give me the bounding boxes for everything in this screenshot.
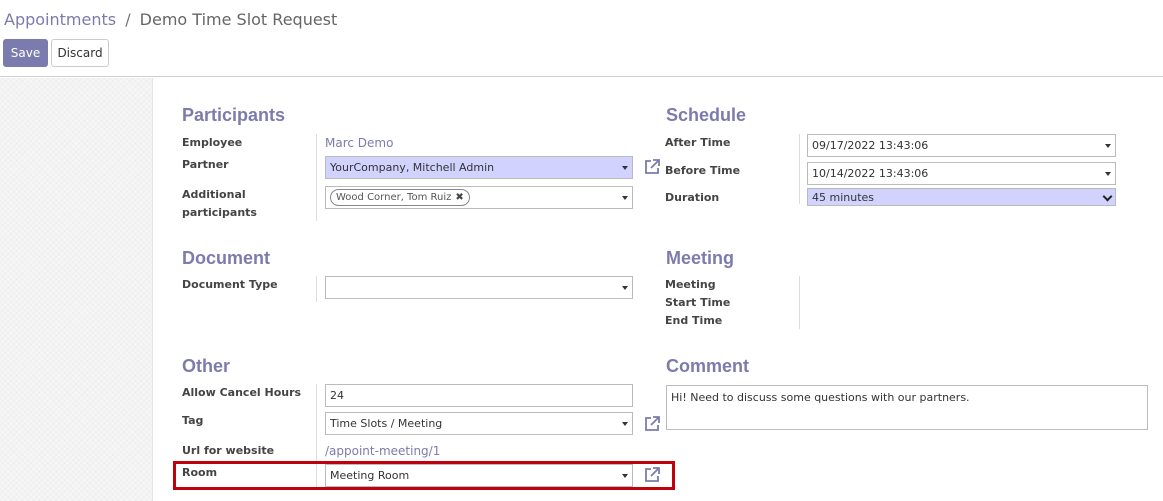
after-time-field[interactable]: 09/17/2022 13:43:06: [807, 134, 1116, 157]
before-time-label: Before Time: [665, 164, 741, 177]
tag-field[interactable]: Time Slots / Meeting: [325, 412, 633, 435]
employee-value: Marc Demo: [325, 136, 394, 150]
chevron-down-icon[interactable]: [1102, 191, 1113, 202]
partner-label: Partner: [182, 158, 229, 171]
caret-down-icon[interactable]: [622, 165, 628, 170]
schedule-divider: [799, 134, 800, 204]
external-link-icon[interactable]: [643, 415, 661, 433]
tag-label: Tag: [182, 414, 204, 427]
allow-cancel-hours-label: Allow Cancel Hours: [182, 386, 302, 399]
additional-participants-label: Additional participants: [182, 186, 257, 222]
allow-cancel-hours-value: 24: [330, 389, 344, 402]
additional-label-line2: participants: [182, 206, 257, 219]
caret-down-icon[interactable]: [622, 285, 628, 290]
tag-value: Time Slots / Meeting: [330, 417, 443, 430]
form-sheet: Participants Employee Marc Demo Partner …: [152, 78, 1163, 501]
document-type-label: Document Type: [182, 278, 278, 291]
document-divider: [316, 276, 317, 302]
room-annotation-box: [173, 461, 675, 490]
before-time-value: 10/14/2022 13:43:06: [812, 167, 929, 180]
meeting-section-title: Meeting: [666, 248, 735, 268]
duration-select[interactable]: 45 minutes: [807, 188, 1116, 206]
breadcrumb-current: Demo Time Slot Request: [139, 10, 338, 29]
additional-label-line1: Additional: [182, 188, 246, 201]
url-for-website-label: Url for website: [182, 444, 275, 457]
duration-label: Duration: [665, 191, 720, 204]
after-time-value: 09/17/2022 13:43:06: [812, 139, 929, 152]
discard-button[interactable]: Discard: [51, 39, 109, 67]
external-link-icon[interactable]: [643, 158, 661, 176]
form-background: [0, 78, 152, 501]
caret-down-icon[interactable]: [622, 195, 628, 200]
participants-section-title: Participants: [182, 105, 286, 125]
participant-tag: Wood Corner, Tom Ruiz ✖: [330, 189, 470, 206]
control-panel: Appointments / Demo Time Slot Request Sa…: [0, 0, 1163, 77]
save-button[interactable]: Save: [3, 39, 48, 67]
meeting-label: Meeting: [665, 278, 716, 291]
partner-field[interactable]: YourCompany, Mitchell Admin: [325, 156, 633, 179]
breadcrumb-separator: /: [125, 10, 131, 29]
partner-field-value: YourCompany, Mitchell Admin: [330, 161, 495, 174]
comment-textarea[interactable]: Hi! Need to discuss some questions with …: [666, 385, 1148, 430]
document-section-title: Document: [182, 248, 271, 268]
comment-section-title: Comment: [666, 356, 750, 376]
remove-tag-icon[interactable]: ✖: [455, 192, 463, 203]
participants-divider: [316, 134, 317, 221]
caret-down-icon[interactable]: [1105, 171, 1111, 176]
after-time-label: After Time: [665, 136, 731, 149]
schedule-section-title: Schedule: [666, 105, 747, 125]
breadcrumb-appointments-link[interactable]: Appointments: [4, 10, 116, 29]
before-time-field[interactable]: 10/14/2022 13:43:06: [807, 162, 1116, 185]
participant-tag-label: Wood Corner, Tom Ruiz: [336, 192, 452, 203]
start-time-label: Start Time: [665, 296, 731, 309]
duration-value: 45 minutes: [812, 190, 875, 204]
employee-label: Employee: [182, 136, 243, 149]
allow-cancel-hours-input[interactable]: 24: [325, 384, 633, 407]
caret-down-icon[interactable]: [622, 421, 628, 426]
end-time-label: End Time: [665, 314, 723, 327]
meeting-divider: [799, 276, 800, 329]
other-section-title: Other: [182, 356, 231, 376]
document-type-field[interactable]: [325, 276, 633, 299]
additional-participants-field[interactable]: Wood Corner, Tom Ruiz ✖: [325, 186, 633, 209]
caret-down-icon[interactable]: [1105, 143, 1111, 148]
breadcrumb: Appointments / Demo Time Slot Request: [4, 10, 337, 29]
website-url-link[interactable]: /appoint-meeting/1: [325, 444, 440, 458]
